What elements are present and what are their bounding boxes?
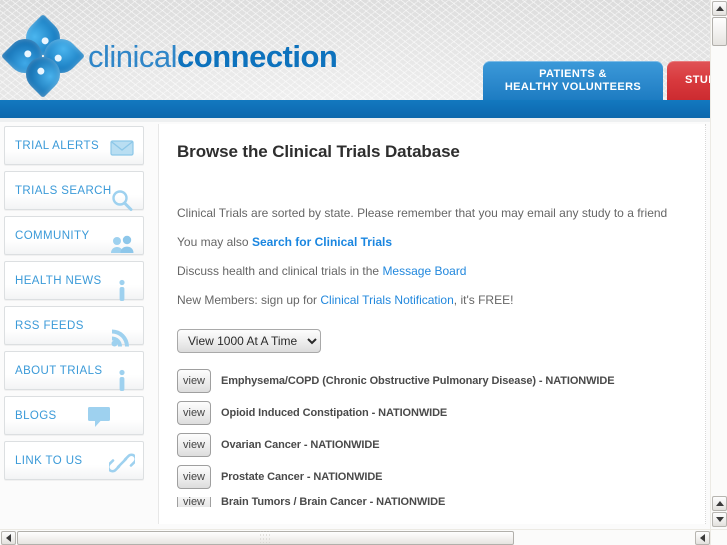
sidebar-item-link-to-us[interactable]: LINK TO US	[4, 441, 144, 480]
browser-window: clinicalconnection HOME PATIENTS & HEALT…	[0, 0, 727, 545]
sidebar-item-label: TRIAL ALERTS	[15, 139, 100, 152]
view-button[interactable]: view	[177, 465, 211, 489]
scroll-left-arrow-icon-right[interactable]	[695, 531, 710, 545]
sidebar-item-label: LINK TO US	[15, 454, 83, 467]
vertical-scrollbar-thumb[interactable]	[712, 17, 727, 46]
scroll-down-arrow-icon[interactable]	[712, 512, 727, 527]
sidebar-item-health-news[interactable]: HEALTH NEWS	[4, 261, 144, 301]
trial-name: Emphysema/COPD (Chronic Obstructive Pulm…	[221, 375, 615, 387]
sidebar-item-trial-alerts[interactable]: TRIAL ALERTS	[4, 126, 144, 165]
table-row[interactable]: view Brain Tumors / Brain Cancer - NATIO…	[177, 497, 705, 507]
sidebar-item-rss-feeds[interactable]: RSS FEEDS	[4, 306, 144, 347]
sidebar-item-community[interactable]: COMMUNITY	[4, 216, 144, 255]
horizontal-scrollbar-thumb[interactable]: ::::::::::::	[17, 530, 514, 545]
logo-word-connection: connection	[177, 38, 338, 74]
info-icon	[109, 278, 135, 304]
sidebar-nav: TRIAL ALERTS TRIALS SEARCH COMMUNITY HEA…	[4, 126, 152, 486]
tab-patients-line1: PATIENTS &	[539, 67, 607, 80]
trial-list: view Emphysema/COPD (Chronic Obstructive…	[177, 369, 705, 507]
scroll-up-arrow-icon-bottom[interactable]	[712, 496, 727, 511]
search-paragraph-text: You may also	[177, 235, 252, 249]
vertical-scrollbar[interactable]	[710, 0, 727, 529]
logo-wordmark: clinicalconnection	[88, 38, 338, 74]
rss-icon	[109, 323, 135, 349]
sidebar-item-about-trials[interactable]: ABOUT TRIALS	[4, 351, 144, 391]
sidebar-item-label: RSS FEEDS	[15, 319, 84, 332]
horizontal-scrollbar[interactable]: ::::::::::::	[0, 529, 727, 545]
tab-patients-healthy-volunteers[interactable]: PATIENTS & HEALTHY VOLUNTEERS	[483, 61, 663, 100]
sidebar-item-trials-search[interactable]: TRIALS SEARCH	[4, 171, 144, 211]
clinical-trials-notification-link[interactable]: Clinical Trials Notification	[320, 293, 453, 307]
notification-paragraph-suffix: , it's FREE!	[453, 293, 514, 307]
scroll-left-arrow-icon[interactable]	[1, 531, 16, 545]
table-row[interactable]: view Prostate Cancer - NATIONWIDE	[177, 465, 705, 489]
view-button[interactable]: view	[177, 369, 211, 393]
header-tabs: PATIENTS & HEALTHY VOLUNTEERS STUD	[483, 61, 710, 100]
view-button[interactable]: view	[177, 497, 211, 507]
trial-name: Ovarian Cancer - NATIONWIDE	[221, 439, 380, 451]
four-petal-diamond-logo-icon	[0, 13, 86, 99]
view-button[interactable]: view	[177, 433, 211, 457]
people-icon	[109, 233, 135, 259]
site-header: clinicalconnection HOME PATIENTS & HEALT…	[0, 0, 710, 100]
site-logo[interactable]: clinicalconnection	[0, 13, 338, 99]
page-body: TRIAL ALERTS TRIALS SEARCH COMMUNITY HEA…	[0, 122, 710, 529]
sidebar-item-blogs[interactable]: BLOGS	[4, 396, 144, 435]
chain-link-icon	[109, 450, 135, 476]
tab-study[interactable]: STUD	[667, 61, 710, 100]
sidebar-item-label: HEALTH NEWS	[15, 274, 102, 287]
table-row[interactable]: view Opioid Induced Constipation - NATIO…	[177, 401, 705, 425]
notification-paragraph-text: New Members: sign up for	[177, 293, 321, 307]
table-row[interactable]: view Emphysema/COPD (Chronic Obstructive…	[177, 369, 705, 393]
sidebar-item-label: COMMUNITY	[15, 229, 90, 242]
page-viewport: clinicalconnection HOME PATIENTS & HEALT…	[0, 0, 710, 529]
intro-paragraph: Clinical Trials are sorted by state. Ple…	[177, 206, 668, 220]
tab-patients-line2: HEALTHY VOLUNTEERS	[504, 80, 642, 93]
message-board-paragraph: Discuss health and clinical trials in th…	[177, 264, 705, 279]
message-board-link[interactable]: Message Board	[382, 264, 466, 278]
info-icon	[109, 368, 135, 394]
view-button[interactable]: view	[177, 401, 211, 425]
notification-paragraph: New Members: sign up for Clinical Trials…	[177, 293, 705, 308]
page-title: Browse the Clinical Trials Database	[177, 142, 460, 161]
logo-word-clinical: clinical	[88, 38, 178, 74]
search-for-clinical-trials-link[interactable]: Search for Clinical Trials	[252, 235, 392, 249]
scrollbar-corner	[710, 529, 727, 545]
header-blue-bar	[0, 100, 710, 118]
trial-name: Brain Tumors / Brain Cancer - NATIONWIDE	[221, 497, 446, 507]
view-count-select[interactable]: View 1000 At A Time	[177, 329, 321, 353]
sidebar-item-label: ABOUT TRIALS	[15, 364, 103, 377]
scroll-up-arrow-icon[interactable]	[712, 1, 727, 16]
message-board-paragraph-text: Discuss health and clinical trials in th…	[177, 264, 383, 278]
scrollbar-grip: ::::::::::::	[259, 530, 272, 545]
trial-name: Prostate Cancer - NATIONWIDE	[221, 471, 383, 483]
search-icon	[109, 188, 135, 214]
content-panel: Browse the Clinical Trials Database Clin…	[158, 124, 706, 524]
sidebar-item-label: BLOGS	[15, 409, 57, 422]
table-row[interactable]: view Ovarian Cancer - NATIONWIDE	[177, 433, 705, 457]
speech-bubble-icon	[87, 406, 113, 432]
sidebar-item-label: TRIALS SEARCH	[15, 184, 112, 197]
tab-study-label: STUD	[685, 74, 710, 86]
search-paragraph: You may also Search for Clinical Trials	[177, 235, 705, 250]
envelope-icon	[109, 135, 135, 161]
trial-name: Opioid Induced Constipation - NATIONWIDE	[221, 407, 448, 419]
